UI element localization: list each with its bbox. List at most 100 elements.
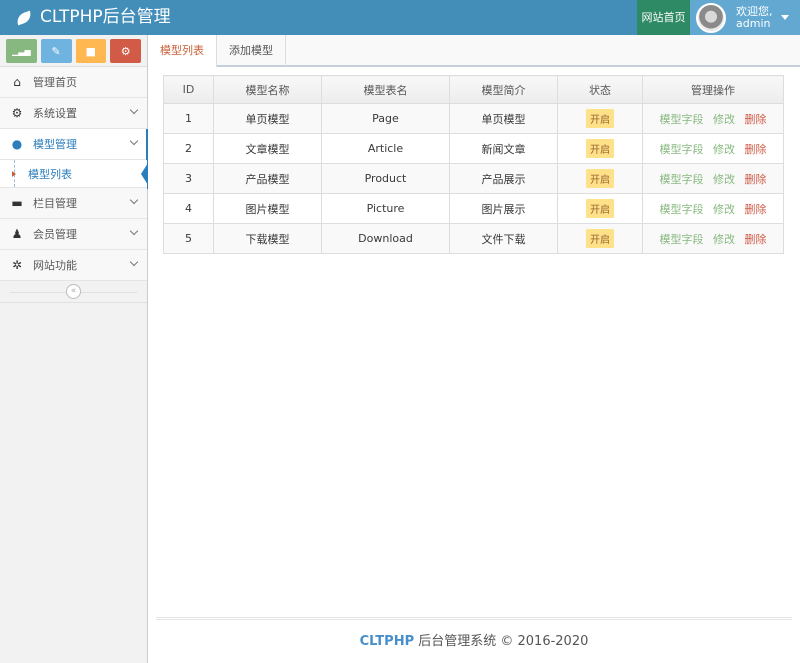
users-icon: ■: [85, 44, 97, 58]
delete-link[interactable]: 删除: [745, 233, 767, 246]
delete-link[interactable]: 删除: [745, 203, 767, 216]
table-row: 3 产品模型 Product 产品展示 开启 模型字段 修改 删除: [163, 163, 784, 194]
delete-link[interactable]: 删除: [745, 173, 767, 186]
table-row: 1 单页模型 Page 单页模型 开启 模型字段 修改 删除: [163, 103, 784, 134]
cell-actions: 模型字段 修改 删除: [642, 223, 784, 254]
edit-link[interactable]: 修改: [713, 173, 735, 186]
cell-name: 产品模型: [213, 163, 322, 194]
shortcut-bar: ▁▃▅ ✎ ■ ⚙: [0, 35, 147, 67]
edit-link[interactable]: 修改: [713, 203, 735, 216]
cell-status: 开启: [557, 133, 643, 164]
column-header-desc: 模型简介: [449, 75, 558, 104]
sidebar-item-dashboard[interactable]: ⌂ 管理首页: [0, 67, 147, 98]
status-badge[interactable]: 开启: [586, 169, 614, 188]
column-header-id: ID: [163, 75, 214, 104]
model-fields-link[interactable]: 模型字段: [660, 173, 704, 186]
model-table: ID 模型名称 模型表名 模型简介 状态 管理操作 1 单页模型 Page 单页…: [163, 75, 784, 254]
avatar: [696, 2, 726, 33]
cell-table: Article: [321, 133, 450, 164]
cell-name: 文章模型: [213, 133, 322, 164]
sidebar-item-system-settings[interactable]: ⚙ 系统设置: [0, 98, 147, 129]
sidebar-item-site-functions[interactable]: ✲ 网站功能: [0, 250, 147, 281]
top-navbar: CLTPHP后台管理 网站首页 欢迎您, admin: [0, 0, 800, 35]
cogs-icon: ⚙: [11, 106, 23, 120]
table-row: 5 下载模型 Download 文件下载 开启 模型字段 修改 删除: [163, 223, 784, 254]
delete-link[interactable]: 删除: [745, 143, 767, 156]
user-menu[interactable]: 欢迎您, admin: [690, 0, 800, 35]
cell-name: 下载模型: [213, 223, 322, 254]
cell-table: Picture: [321, 193, 450, 224]
model-fields-link[interactable]: 模型字段: [660, 203, 704, 216]
sidebar-item-member-management[interactable]: ♟ 会员管理: [0, 219, 147, 250]
tab-model-list[interactable]: 模型列表: [148, 35, 217, 67]
status-badge[interactable]: 开启: [586, 229, 614, 248]
table-row: 2 文章模型 Article 新闻文章 开启 模型字段 修改 删除: [163, 133, 784, 164]
sidebar-collapse: «: [0, 281, 147, 303]
globe-icon: ●: [11, 137, 23, 151]
shortcut-cogs-button[interactable]: ⚙: [110, 39, 141, 63]
status-badge[interactable]: 开启: [586, 139, 614, 158]
column-header-name: 模型名称: [213, 75, 322, 104]
cell-status: 开启: [557, 223, 643, 254]
shortcut-pencil-button[interactable]: ✎: [40, 39, 72, 63]
cell-table: Page: [321, 103, 450, 134]
cell-desc: 新闻文章: [449, 133, 558, 164]
cell-actions: 模型字段 修改 删除: [642, 193, 784, 224]
brand[interactable]: CLTPHP后台管理: [14, 0, 171, 35]
chevron-down-icon: [129, 226, 139, 236]
cell-table: Download: [321, 223, 450, 254]
welcome-text: 欢迎您,: [736, 4, 773, 18]
footer-text: 后台管理系统 © 2016-2020: [414, 634, 589, 649]
column-header-status: 状态: [557, 75, 643, 104]
caret-down-icon: [780, 15, 789, 20]
sidebar-item-label: 栏目管理: [33, 197, 77, 210]
edit-link[interactable]: 修改: [713, 113, 735, 126]
cell-id: 1: [163, 103, 214, 134]
edit-link[interactable]: 修改: [713, 143, 735, 156]
leaf-icon: [14, 10, 34, 25]
sidebar-item-label: 模型管理: [33, 138, 77, 151]
sidebar-subitem-label: 模型列表: [28, 167, 72, 181]
sidebar-item-category-management[interactable]: ▬ 栏目管理: [0, 188, 147, 219]
table-row: 4 图片模型 Picture 图片展示 开启 模型字段 修改 删除: [163, 193, 784, 224]
gear-icon: ✲: [11, 258, 23, 272]
tab-add-model[interactable]: 添加模型: [217, 35, 286, 66]
sidebar-item-model-management[interactable]: ● 模型管理: [0, 129, 148, 189]
home-icon: ⌂: [13, 75, 21, 89]
model-fields-link[interactable]: 模型字段: [660, 113, 704, 126]
column-header-actions: 管理操作: [642, 75, 784, 104]
shortcut-signal-button[interactable]: ▁▃▅: [6, 39, 37, 63]
chevron-down-icon: [129, 136, 139, 146]
username: admin: [736, 16, 771, 30]
pencil-icon: ✎: [51, 44, 61, 58]
cell-desc: 图片展示: [449, 193, 558, 224]
cell-actions: 模型字段 修改 删除: [642, 103, 784, 134]
sidebar-subitem-model-list[interactable]: 模型列表: [0, 160, 148, 188]
main-content: 模型列表 添加模型 ID 模型名称 模型表名 模型简介 状态 管理操作 1 单页…: [148, 35, 800, 663]
model-fields-link[interactable]: 模型字段: [660, 233, 704, 246]
cell-name: 图片模型: [213, 193, 322, 224]
chevron-down-icon: [129, 195, 139, 205]
sidebar: ▁▃▅ ✎ ■ ⚙ ⌂ 管理首页 ⚙ 系统设置 ● 模型管理 模型列表 ▬ 栏目…: [0, 35, 148, 663]
cell-status: 开启: [557, 163, 643, 194]
users-icon: ♟: [11, 227, 23, 241]
shortcut-users-button[interactable]: ■: [75, 39, 107, 63]
status-badge[interactable]: 开启: [586, 109, 614, 128]
site-home-link[interactable]: 网站首页: [637, 0, 690, 35]
edit-link[interactable]: 修改: [713, 233, 735, 246]
cogs-icon: ⚙: [120, 44, 131, 58]
status-badge[interactable]: 开启: [586, 199, 614, 218]
cell-actions: 模型字段 修改 删除: [642, 163, 784, 194]
collapse-sidebar-button[interactable]: «: [66, 284, 81, 299]
folder-icon: ▬: [11, 196, 23, 210]
active-pointer-icon: [141, 163, 148, 185]
footer: CLTPHP 后台管理系统 © 2016-2020: [148, 630, 800, 649]
delete-link[interactable]: 删除: [745, 113, 767, 126]
brand-title: CLTPHP后台管理: [40, 7, 171, 27]
caret-right-icon: [12, 171, 16, 177]
cell-id: 2: [163, 133, 214, 164]
model-fields-link[interactable]: 模型字段: [660, 143, 704, 156]
footer-brand: CLTPHP: [359, 634, 415, 649]
cell-id: 5: [163, 223, 214, 254]
cell-desc: 产品展示: [449, 163, 558, 194]
